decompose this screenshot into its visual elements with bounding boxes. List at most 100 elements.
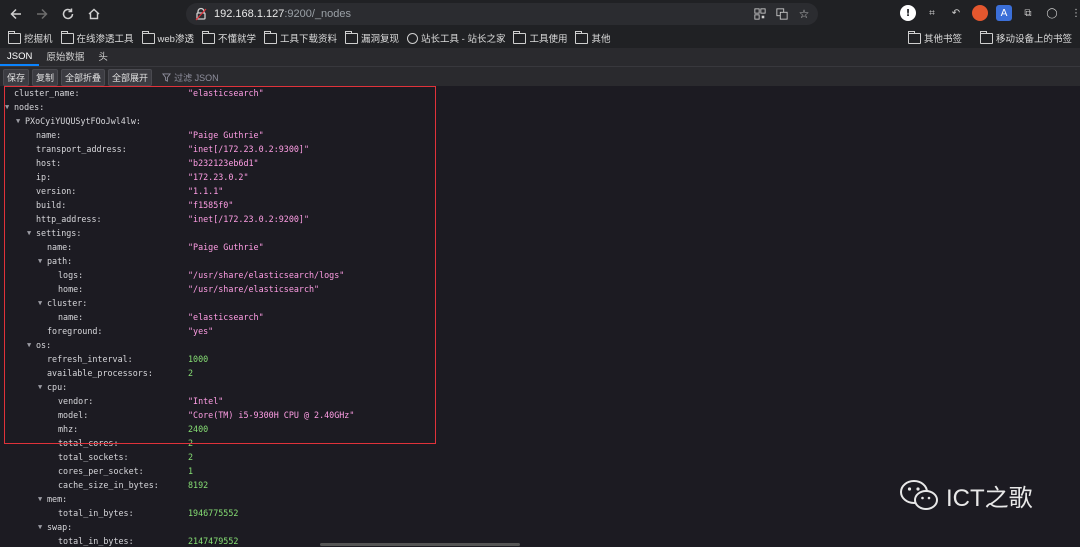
json-row: available_processors: 2: [0, 366, 1080, 380]
expand-toggle-icon[interactable]: ▼: [38, 520, 42, 534]
json-row: mhz: 2400: [0, 422, 1080, 436]
bookmark-folder[interactable]: 工具下载资料: [263, 30, 337, 45]
json-row: refresh_interval: 1000: [0, 352, 1080, 366]
json-value: "inet[/172.23.0.2:9200]": [188, 214, 310, 224]
json-row[interactable]: ▼ nodes:: [0, 100, 1080, 114]
profile-icon[interactable]: ◯: [1044, 5, 1060, 21]
translate-icon[interactable]: [774, 6, 790, 22]
bookmark-folder[interactable]: 不懂就学: [201, 30, 256, 45]
json-row[interactable]: ▼ settings:: [0, 226, 1080, 240]
filter-json-input[interactable]: 过滤 JSON: [162, 71, 219, 84]
expand-toggle-icon[interactable]: ▼: [5, 100, 9, 114]
json-row: ip: "172.23.0.2": [0, 170, 1080, 184]
json-key: settings:: [36, 228, 82, 238]
json-row: host: "b232123eb6d1": [0, 156, 1080, 170]
bookmark-folder[interactable]: 工具使用: [513, 30, 567, 45]
json-key: name:: [47, 242, 73, 252]
expand-toggle-icon[interactable]: ▼: [38, 492, 42, 506]
reload-icon[interactable]: [55, 0, 81, 28]
url-path: :9200/_nodes: [284, 8, 352, 20]
collapse-all-button[interactable]: 全部折叠: [61, 68, 106, 86]
bookmark-folder[interactable]: 漏洞复现: [345, 30, 399, 45]
json-row[interactable]: ▼ cpu:: [0, 380, 1080, 394]
tab-headers[interactable]: 头: [91, 50, 115, 66]
folder-icon: [141, 30, 155, 44]
json-key: transport_address:: [36, 144, 127, 154]
expand-toggle-icon[interactable]: ▼: [38, 380, 42, 394]
folder-icon: [979, 30, 993, 44]
json-row: logs: "/usr/share/elasticsearch/logs": [0, 268, 1080, 282]
json-value: "172.23.0.2": [188, 172, 249, 182]
expand-toggle-icon[interactable]: ▼: [16, 114, 20, 128]
json-row[interactable]: ▼ cluster:: [0, 296, 1080, 310]
json-row: home: "/usr/share/elasticsearch": [0, 282, 1080, 296]
tab-json[interactable]: JSON: [0, 50, 40, 66]
browser-toolbar: 192.168.1.127:9200/_nodes ☆ ! ⌗ ↶ A ⧉ ◯ …: [0, 0, 1080, 28]
tab-raw-data[interactable]: 原始数据: [39, 50, 91, 66]
bookmark-folder[interactable]: 挖掘机: [8, 30, 53, 45]
json-row[interactable]: ▼ path:: [0, 254, 1080, 268]
bookmark-star-icon[interactable]: ☆: [796, 6, 812, 22]
json-row: total_cores: 2: [0, 436, 1080, 450]
menu-icon[interactable]: ⋮: [1068, 5, 1080, 21]
bookmark-folder[interactable]: 在线渗透工具: [60, 30, 134, 45]
address-bar[interactable]: 192.168.1.127:9200/_nodes ☆: [186, 3, 818, 25]
json-row: build: "f1585f0": [0, 198, 1080, 212]
expand-toggle-icon[interactable]: ▼: [27, 338, 31, 352]
json-key: PXoCyiYUQUSytFOoJwl4lw:: [25, 116, 141, 126]
crop-icon[interactable]: ⌗: [924, 5, 940, 21]
json-key: logs:: [58, 270, 84, 280]
expand-all-button[interactable]: 全部展开: [108, 68, 153, 86]
json-value: "f1585f0": [188, 200, 234, 210]
json-value: "elasticsearch": [188, 88, 264, 98]
json-key: total_cores:: [58, 438, 119, 448]
json-key: path:: [47, 256, 73, 266]
folder-icon: [263, 30, 277, 44]
extensions-puzzle-icon[interactable]: ⧉: [1020, 5, 1036, 21]
json-value: 2147479552: [188, 536, 239, 546]
home-icon[interactable]: [81, 0, 107, 28]
json-row: name: "Paige Guthrie": [0, 240, 1080, 254]
json-action-bar: 保存 复制 全部折叠 全部展开 过滤 JSON: [0, 66, 1080, 88]
filter-icon: [162, 72, 172, 82]
expand-toggle-icon[interactable]: ▼: [27, 226, 31, 240]
forward-icon[interactable]: [29, 0, 55, 28]
expand-toggle-icon[interactable]: ▼: [38, 254, 42, 268]
save-button[interactable]: 保存: [3, 68, 30, 86]
bookmark-folder[interactable]: web渗透: [141, 30, 194, 45]
mobile-bookmarks-folder[interactable]: 移动设备上的书签: [979, 30, 1072, 45]
other-bookmarks-folder[interactable]: 其他书签: [907, 30, 962, 45]
json-key: mem:: [47, 494, 68, 504]
json-row[interactable]: ▼ PXoCyiYUQUSytFOoJwl4lw:: [0, 114, 1080, 128]
json-value: "Paige Guthrie": [188, 242, 264, 252]
horizontal-scrollbar[interactable]: [320, 543, 520, 546]
json-key: ip:: [36, 172, 52, 182]
json-key: swap:: [47, 522, 73, 532]
expand-toggle-icon[interactable]: ▼: [38, 296, 42, 310]
fox-extension-icon[interactable]: [972, 5, 988, 21]
json-key: vendor:: [58, 396, 94, 406]
back-icon[interactable]: [3, 0, 29, 28]
folder-icon: [201, 30, 215, 44]
bookmark-link[interactable]: 站长工具 - 站长之家: [407, 31, 505, 45]
info-icon[interactable]: !: [900, 5, 916, 21]
json-row[interactable]: ▼ os:: [0, 338, 1080, 352]
translate-extension-icon[interactable]: A: [996, 5, 1012, 21]
folder-icon: [907, 30, 921, 44]
undo-arrow-icon[interactable]: ↶: [948, 5, 964, 21]
json-row[interactable]: ▼ swap:: [0, 520, 1080, 534]
json-row: foreground: "yes": [0, 324, 1080, 338]
copy-button[interactable]: 复制: [32, 68, 59, 86]
json-value: 8192: [188, 480, 209, 490]
json-row: vendor: "Intel": [0, 394, 1080, 408]
json-value: 1000: [188, 354, 209, 364]
json-key: nodes:: [14, 102, 45, 112]
json-value: "1.1.1": [188, 186, 224, 196]
json-row: cores_per_socket: 1: [0, 464, 1080, 478]
json-value: 1946775552: [188, 508, 239, 518]
json-value: 2: [188, 452, 194, 462]
json-row: total_sockets: 2: [0, 450, 1080, 464]
qr-code-icon[interactable]: [752, 6, 768, 22]
bookmark-folder[interactable]: 其他: [575, 30, 611, 45]
security-warning-icon[interactable]: [194, 7, 208, 21]
